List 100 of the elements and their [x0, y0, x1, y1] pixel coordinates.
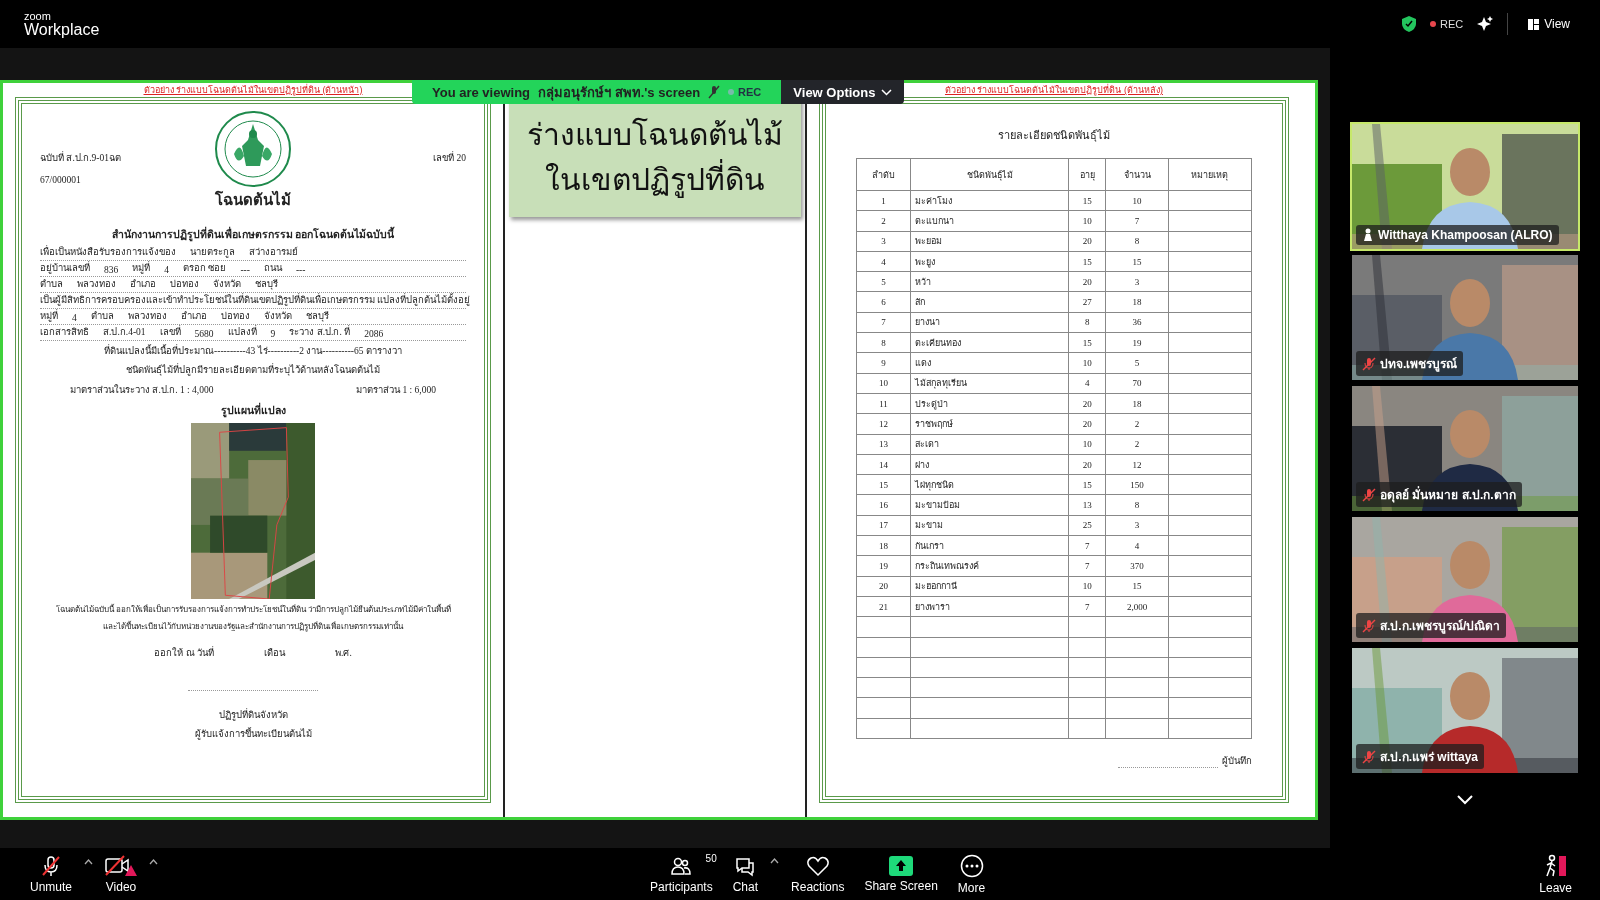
video-button[interactable]: Video: [97, 852, 146, 896]
table-cell: 4: [856, 251, 911, 272]
reactions-button[interactable]: Reactions: [783, 852, 853, 896]
field-text: อำเภอ: [180, 310, 207, 323]
table-cell: 15: [1105, 251, 1169, 272]
table-cell: ตะแบกนา: [910, 210, 1069, 232]
field-text: บ่อทอง: [170, 278, 199, 291]
mic-button[interactable]: Unmute: [22, 852, 81, 896]
table-cell: 15: [1068, 251, 1106, 272]
table-cell: 10: [1068, 576, 1106, 597]
table-cell: 15: [1068, 332, 1106, 353]
share-screen-icon: [889, 855, 914, 876]
table-cell: 36: [1105, 312, 1169, 333]
table-cell: 3: [1105, 271, 1169, 292]
participant-name: Witthaya Khampoosan (ALRO): [1378, 228, 1553, 242]
table-cell: 4: [1105, 535, 1169, 556]
table-cell: 25: [1068, 515, 1106, 536]
table-cell: 12: [1105, 454, 1169, 475]
table-cell: หว้า: [910, 271, 1069, 292]
more-icon: [959, 853, 984, 878]
table-cell: 13: [856, 434, 911, 455]
table-cell: 16: [856, 494, 911, 516]
sparkle-icon[interactable]: [1477, 16, 1494, 32]
doc-text: ที่ดินแปลงนี้มีเนื้อที่ประมาณ----------43 ไร่----------2 งาน----------65 ตารางวา: [103, 343, 403, 358]
field-text: ตรอก ซอย: [183, 262, 227, 275]
view-options-button[interactable]: View Options: [781, 80, 905, 104]
participants-button[interactable]: 50 Participants: [642, 852, 721, 896]
participant-name: ส.ป.ก.แพร่ wittaya: [1380, 749, 1479, 766]
video-tile[interactable]: ปทจ.เพชรบูรณ์: [1350, 253, 1580, 382]
table-cell: 11: [856, 393, 911, 414]
chevron-down-icon[interactable]: [1456, 794, 1474, 805]
slide-title: ร่างแบบโฉนดต้นไม้: [527, 116, 783, 154]
field-text: อยู่บ้านเลขที่: [40, 260, 90, 275]
table-cell: 1: [856, 190, 911, 211]
table-cell: 5: [856, 271, 911, 292]
table-cell: มะขามป้อม: [910, 494, 1069, 516]
field-text: แปลงที่: [227, 324, 257, 339]
field-text: 5680: [194, 329, 214, 339]
table-cell: 8: [856, 332, 911, 353]
field-text: 67/000001: [40, 175, 82, 185]
caret-icon[interactable]: [84, 858, 94, 865]
video-tile[interactable]: Witthaya Khampoosan (ALRO): [1350, 122, 1580, 251]
table-cell: 7: [1068, 555, 1106, 577]
table-cell: 21: [856, 596, 911, 617]
field-text: ระวาง ส.ป.ก. ที่: [289, 324, 351, 339]
table-cell: 2: [1105, 413, 1169, 435]
table-cell: 10: [1068, 352, 1106, 374]
table-cell: พะยูง: [910, 251, 1069, 272]
table-cell: 27: [1068, 292, 1106, 313]
caret-icon[interactable]: [770, 857, 780, 864]
field-text: นายตระกูล: [190, 246, 235, 259]
field-text: 2086: [364, 329, 384, 339]
view-button[interactable]: View: [1522, 16, 1576, 32]
recording-indicator[interactable]: REC: [1429, 18, 1464, 30]
doc-caption: ตัวอย่าง ร่างแบบโฉนดต้นไม้ในเขตปฏิรูปที่ดิน (ด้านหน้า): [143, 83, 363, 97]
field-text: ชลบุรี: [305, 310, 329, 323]
share-button[interactable]: Share Screen: [856, 853, 946, 895]
table-cell: 18: [1105, 292, 1169, 313]
table-cell: 20: [1068, 454, 1106, 475]
table-cell: 3: [856, 231, 911, 252]
field-text: เป็นผู้มีสิทธิการครอบครองและเข้าทำประโยชน์ในที่ดินเขตปฏิรูปที่ดินเพื่อเกษตรกรรม แปลงที่ปลูกต้นไม้ตั้งอยู่: [40, 292, 471, 307]
video-tile[interactable]: ส.ป.ก.เพชรบูรณ์/ปณิดา: [1350, 515, 1580, 644]
field-text: ---: [295, 265, 306, 275]
field-text: หมู่ที่: [132, 260, 151, 275]
table-cell: 19: [1105, 332, 1169, 353]
participant-count: 50: [705, 852, 717, 864]
field-text: จังหวัด: [263, 310, 292, 323]
table-cell: กันเกรา: [910, 535, 1069, 556]
doc-text: ผู้รับแจ้งการขึ้นทะเบียนต้นไม้: [193, 726, 313, 741]
field-text: พลวงทอง: [77, 278, 116, 291]
field-text: เพื่อเป็นหนังสือรับรองการแจ้งของ: [40, 244, 176, 259]
table-cell: 20: [1068, 231, 1106, 252]
table-cell: แดง: [910, 352, 1069, 374]
table-cell: 70: [1105, 373, 1169, 394]
field-text: ฉบับที่ ส.ป.ก.9-01ฉต: [40, 150, 122, 165]
video-tile[interactable]: อดุลย์ มั่นหมาย ส.ป.ก.ตาก: [1350, 384, 1580, 513]
chat-button[interactable]: Chat: [724, 852, 767, 896]
table-cell: 9: [856, 352, 911, 374]
table-cell: 2,000: [1105, 596, 1169, 617]
shield-icon[interactable]: [1401, 16, 1416, 32]
table-cell: 20: [1068, 271, 1106, 292]
column-header: หมายเหตุ: [1168, 158, 1252, 191]
video-tile[interactable]: ส.ป.ก.แพร่ wittaya: [1350, 646, 1580, 775]
table-cell: 10: [1068, 434, 1106, 455]
table-cell: 17: [856, 515, 911, 536]
table-cell: 5: [1105, 352, 1169, 374]
leave-button[interactable]: Leave: [1531, 851, 1580, 897]
table-cell: 12: [856, 413, 911, 435]
table-cell: 7: [1068, 596, 1106, 617]
caret-icon[interactable]: [149, 858, 159, 865]
table-cell: 4: [1068, 373, 1106, 394]
slide-title: ในเขตปฏิรูปที่ดิน: [545, 157, 765, 202]
table-cell: 15: [1068, 474, 1106, 495]
table-cell: 15: [856, 474, 911, 495]
field-text: พลวงทอง: [127, 310, 167, 323]
table-cell: 10: [856, 373, 911, 394]
more-button[interactable]: More: [949, 851, 994, 897]
field-text: เลขที่: [159, 324, 181, 339]
column-header: อายุ: [1068, 158, 1106, 191]
date-text: พ.ศ.: [335, 647, 352, 660]
